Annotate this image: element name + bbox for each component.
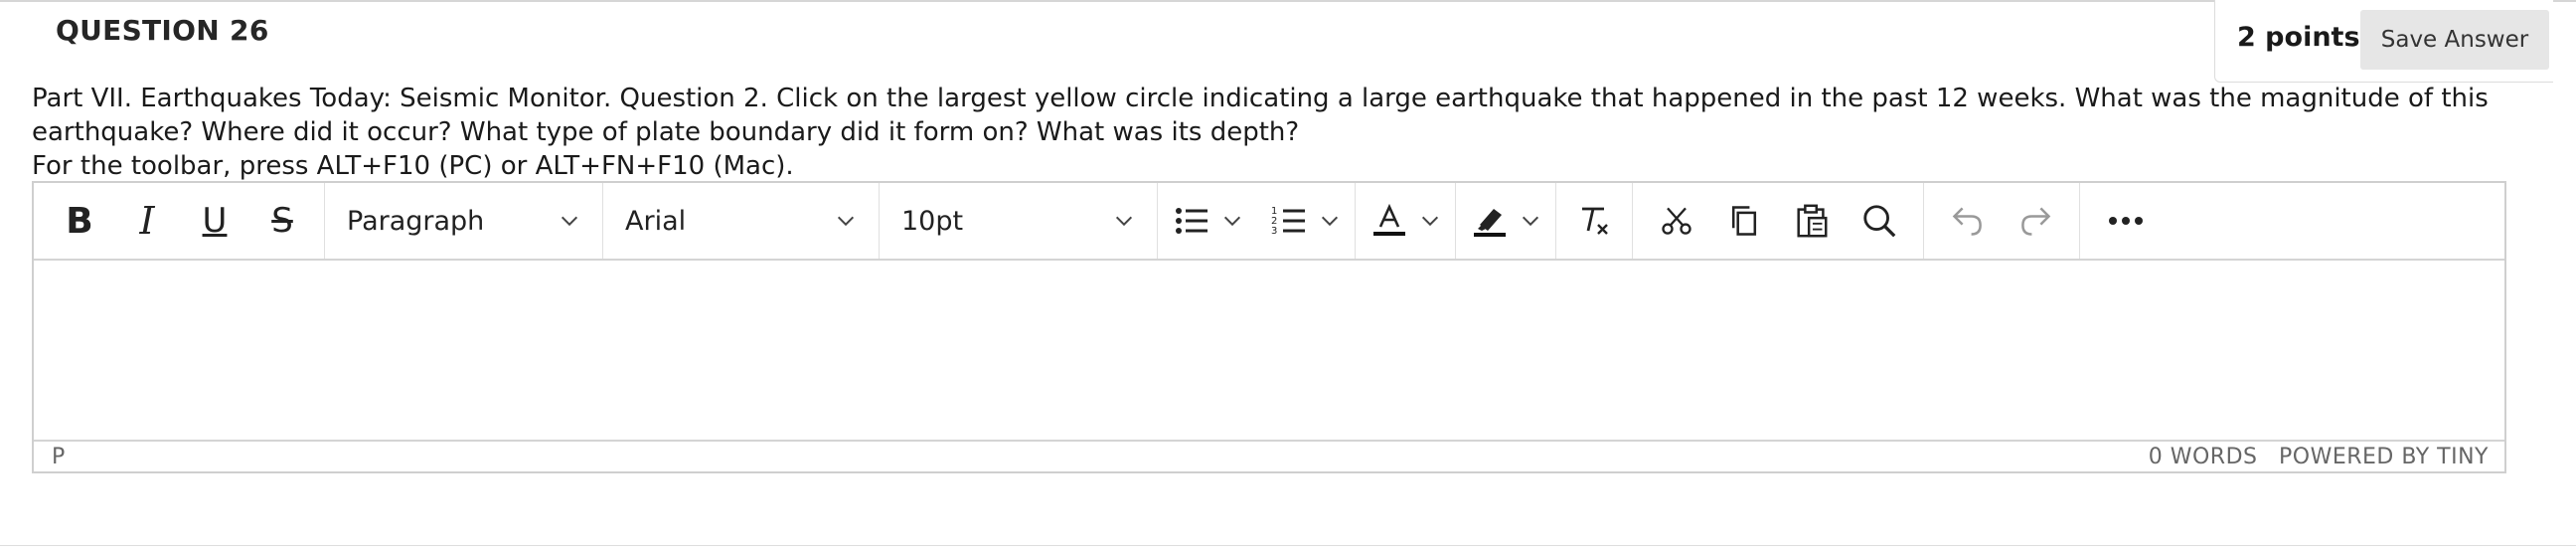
clipboard-icon [1797, 204, 1828, 238]
question-text-block: Part VII. Earthquakes Today: Seismic Mon… [32, 82, 2516, 183]
question-text: Part VII. Earthquakes Today: Seismic Mon… [32, 84, 2489, 147]
chevron-down-icon [1421, 216, 1439, 227]
svg-text:3: 3 [1271, 226, 1277, 237]
underline-button[interactable]: U [181, 193, 248, 249]
clear-formatting-icon [1582, 207, 1608, 235]
chevron-down-icon [1522, 216, 1539, 227]
chevron-down-icon [561, 216, 578, 227]
bold-button[interactable]: B [46, 193, 113, 249]
undo-icon [1952, 207, 1982, 236]
chevron-down-icon [837, 216, 855, 227]
chevron-down-icon [1115, 216, 1133, 227]
highlight-group [1456, 183, 1556, 259]
font-size-value: 10pt [901, 205, 964, 237]
strikethrough-button[interactable]: S [248, 193, 316, 249]
color-group [1356, 183, 1456, 259]
format-group: B I U S [34, 183, 325, 259]
bottom-divider [0, 545, 2576, 546]
italic-icon: I [139, 199, 155, 243]
history-group [1924, 183, 2080, 259]
highlighter-icon [1474, 209, 1506, 237]
numbered-list-icon: 1 2 3 [1271, 206, 1305, 237]
clear-formatting-button[interactable] [1574, 193, 1614, 249]
editor-toolbar: B I U S Paragraph Arial 10pt 1 2 3 [34, 183, 2504, 261]
rich-text-editor: B I U S Paragraph Arial 10pt 1 2 3 P 0 W… [32, 181, 2506, 473]
statusbar-right: 0 WORDS POWERED BY TINY [2135, 445, 2489, 469]
question-title: QUESTION 26 [56, 14, 269, 47]
highlight-color-button[interactable] [1464, 193, 1547, 249]
text-color-button[interactable] [1364, 193, 1447, 249]
redo-icon [2021, 207, 2051, 236]
clear-format-group [1556, 183, 1633, 259]
italic-button[interactable]: I [113, 193, 181, 249]
undo-button[interactable] [1934, 193, 2002, 249]
more-horizontal-icon [2109, 217, 2143, 225]
bullet-list-button[interactable] [1166, 193, 1249, 249]
word-count[interactable]: 0 WORDS [2149, 445, 2258, 469]
block-format-select[interactable]: Paragraph [325, 183, 603, 259]
list-color-group: 1 2 3 [1158, 183, 1356, 259]
element-path[interactable]: P [52, 445, 65, 469]
copy-button[interactable] [1710, 193, 1778, 249]
text-color-icon [1373, 203, 1405, 236]
redo-button[interactable] [2002, 193, 2069, 249]
block-format-value: Paragraph [347, 205, 485, 237]
toolbar-hint: For the toolbar, press ALT+F10 (PC) or A… [32, 151, 794, 181]
font-size-select[interactable]: 10pt [880, 183, 1158, 259]
font-family-select[interactable]: Arial [603, 183, 880, 259]
editor-statusbar: P 0 WORDS POWERED BY TINY [34, 440, 2504, 471]
bullet-list-icon [1176, 208, 1208, 234]
top-divider [0, 0, 2576, 2]
more-group [2080, 183, 2172, 259]
find-button[interactable] [1846, 193, 1913, 249]
underline-icon: U [202, 201, 228, 241]
powered-by-link[interactable]: POWERED BY TINY [2279, 445, 2489, 469]
numbered-list-button[interactable]: 1 2 3 [1263, 193, 1347, 249]
scissors-icon [1662, 207, 1691, 235]
bold-icon: B [66, 200, 93, 242]
paste-button[interactable] [1778, 193, 1846, 249]
search-icon [1863, 205, 1896, 238]
more-options-button[interactable] [2098, 193, 2154, 249]
clipboard-group [1633, 183, 1924, 259]
chevron-down-icon [1223, 216, 1241, 227]
editor-content-area[interactable] [34, 261, 2504, 440]
points-label: 2 points [2237, 22, 2360, 53]
copy-icon [1731, 206, 1757, 236]
chevron-down-icon [1321, 216, 1339, 227]
font-family-value: Arial [625, 205, 687, 237]
cut-button[interactable] [1643, 193, 1710, 249]
save-answer-button[interactable]: Save Answer [2360, 10, 2549, 70]
strikethrough-icon: S [271, 201, 293, 241]
